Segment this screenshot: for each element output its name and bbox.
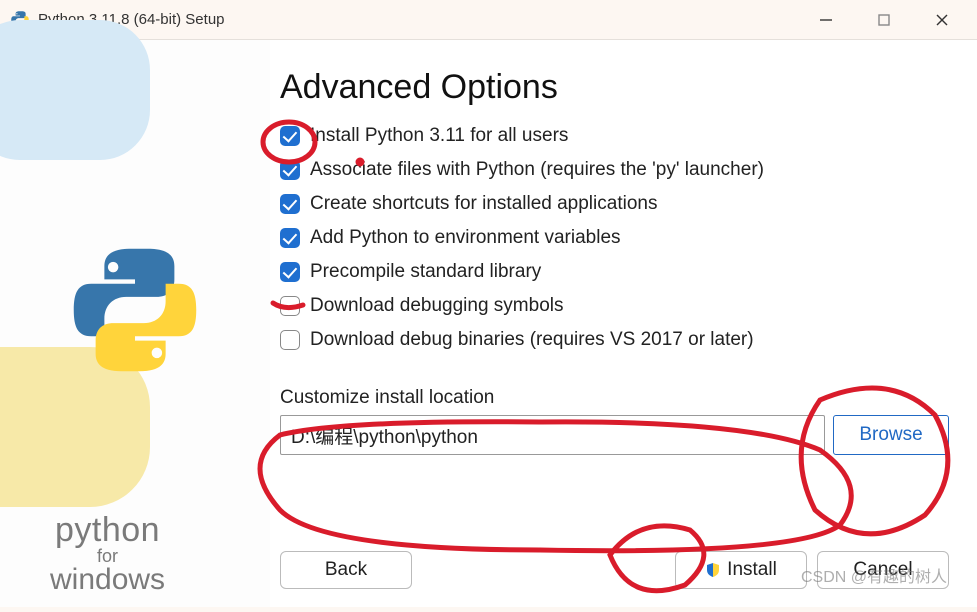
browse-button[interactable]: Browse xyxy=(833,415,949,455)
options-list: Install Python 3.11 for all users Associa… xyxy=(280,125,949,351)
option-label: Create shortcuts for installed applicati… xyxy=(310,193,657,215)
brand-line: python xyxy=(50,511,165,550)
install-location-input[interactable] xyxy=(280,415,825,455)
install-button-label: Install xyxy=(727,559,777,581)
maximize-button[interactable] xyxy=(855,0,913,40)
option-label: Add Python to environment variables xyxy=(310,227,621,249)
content: python for windows Advanced Options Inst… xyxy=(0,40,977,607)
main-panel: Advanced Options Install Python 3.11 for… xyxy=(270,40,977,607)
page-title: Advanced Options xyxy=(280,68,949,107)
checkbox[interactable] xyxy=(280,262,300,282)
back-button[interactable]: Back xyxy=(280,551,412,589)
titlebar: Python 3.11.8 (64-bit) Setup xyxy=(0,0,977,40)
option-row: Create shortcuts for installed applicati… xyxy=(280,193,949,215)
decorative-blob xyxy=(0,20,150,160)
option-label: Download debugging symbols xyxy=(310,295,564,317)
option-row: Download debug binaries (requires VS 201… xyxy=(280,329,949,351)
option-row: Precompile standard library xyxy=(280,261,949,283)
option-label: Precompile standard library xyxy=(310,261,541,283)
install-location-label: Customize install location xyxy=(280,387,949,409)
option-label: Associate files with Python (requires th… xyxy=(310,159,764,181)
sidebar: python for windows xyxy=(0,40,270,607)
button-row: Back Install Cancel xyxy=(280,551,949,589)
option-row: Add Python to environment variables xyxy=(280,227,949,249)
option-label: Download debug binaries (requires VS 201… xyxy=(310,329,754,351)
brand-line: windows xyxy=(50,563,165,597)
install-button[interactable]: Install xyxy=(675,551,807,589)
cancel-button[interactable]: Cancel xyxy=(817,551,949,589)
option-row: Associate files with Python (requires th… xyxy=(280,159,949,181)
checkbox[interactable] xyxy=(280,126,300,146)
python-logo-icon xyxy=(65,240,205,385)
brand-text: python for windows xyxy=(50,511,165,597)
option-row: Install Python 3.11 for all users xyxy=(280,125,949,147)
option-row: Download debugging symbols xyxy=(280,295,949,317)
checkbox[interactable] xyxy=(280,330,300,350)
minimize-button[interactable] xyxy=(797,0,855,40)
checkbox[interactable] xyxy=(280,160,300,180)
checkbox[interactable] xyxy=(280,194,300,214)
checkbox[interactable] xyxy=(280,228,300,248)
uac-shield-icon xyxy=(705,562,721,578)
checkbox[interactable] xyxy=(280,296,300,316)
install-location-section: Customize install location Browse xyxy=(280,387,949,455)
close-button[interactable] xyxy=(913,0,971,40)
option-label: Install Python 3.11 for all users xyxy=(310,125,568,147)
